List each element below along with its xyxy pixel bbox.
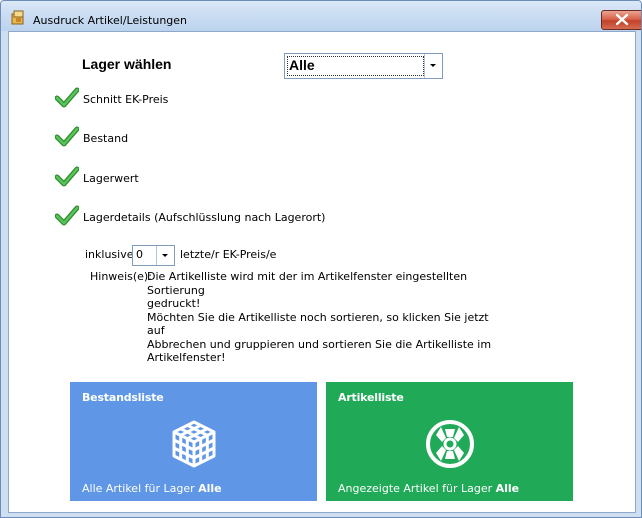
tile-title: Bestandsliste [82, 391, 164, 404]
checkmark-icon [55, 126, 79, 147]
close-icon [615, 13, 629, 26]
checkmark-icon [55, 166, 79, 187]
chevron-down-icon [162, 254, 168, 257]
close-button[interactable] [601, 10, 641, 30]
chevron-down-icon [430, 64, 436, 67]
checkbox-label: Schnitt EK-Preis [83, 93, 169, 106]
tile-subtitle-prefix: Angezeigte Artikel für Lager [338, 482, 493, 495]
lager-select-value: Alle [289, 57, 315, 73]
title-bar[interactable]: Ausdruck Artikel/Leistungen [1, 1, 641, 31]
checkmark-icon [55, 205, 79, 226]
cube-icon [172, 420, 216, 468]
tile-subtitle: Alle Artikel für Lager Alle [82, 482, 222, 495]
tile-subtitle-prefix: Alle Artikel für Lager [82, 482, 195, 495]
tile-subtitle-value: Alle [495, 482, 520, 495]
lager-select[interactable]: Alle [284, 53, 443, 79]
dialog-window: Ausdruck Artikel/Leistungen Lager wählen… [0, 0, 642, 518]
ek-preis-suffix-label: letzte/r EK-Preis/e [180, 248, 277, 261]
artikelliste-tile[interactable]: Artikelliste Angezeigte Artikel für Lage… [326, 382, 573, 501]
film-reel-icon [426, 420, 474, 468]
tile-subtitle: Angezeigte Artikel für Lager Alle [338, 482, 519, 495]
bestandsliste-tile[interactable]: Bestandsliste Alle Artikel für Lager All… [70, 382, 317, 501]
app-icon [11, 10, 24, 25]
hinweis-text: Die Artikelliste wird mit der im Artikel… [147, 270, 492, 364]
checkmark-icon [55, 87, 79, 108]
ek-preis-count-select[interactable]: 0 [132, 245, 175, 266]
lager-dropdown-button[interactable] [424, 54, 442, 78]
hinweis-label: Hinweis(e): [90, 270, 152, 283]
tile-subtitle-value: Alle [198, 482, 222, 495]
ek-preis-count-value: 0 [136, 248, 143, 261]
checkbox-label: Lagerdetails (Aufschlüsslung nach Lagero… [83, 211, 326, 224]
lager-label: Lager wählen [82, 56, 172, 72]
ek-preis-count-dropdown-button[interactable] [156, 246, 174, 265]
checkbox-label: Lagerwert [83, 172, 139, 185]
tile-title: Artikelliste [338, 391, 404, 404]
window-title: Ausdruck Artikel/Leistungen [33, 14, 188, 27]
dialog-content: Lager wählen Alle Schnitt EK-Preis Besta… [8, 31, 636, 513]
checkbox-label: Bestand [83, 132, 129, 145]
inklusive-label: inklusive [85, 248, 134, 261]
